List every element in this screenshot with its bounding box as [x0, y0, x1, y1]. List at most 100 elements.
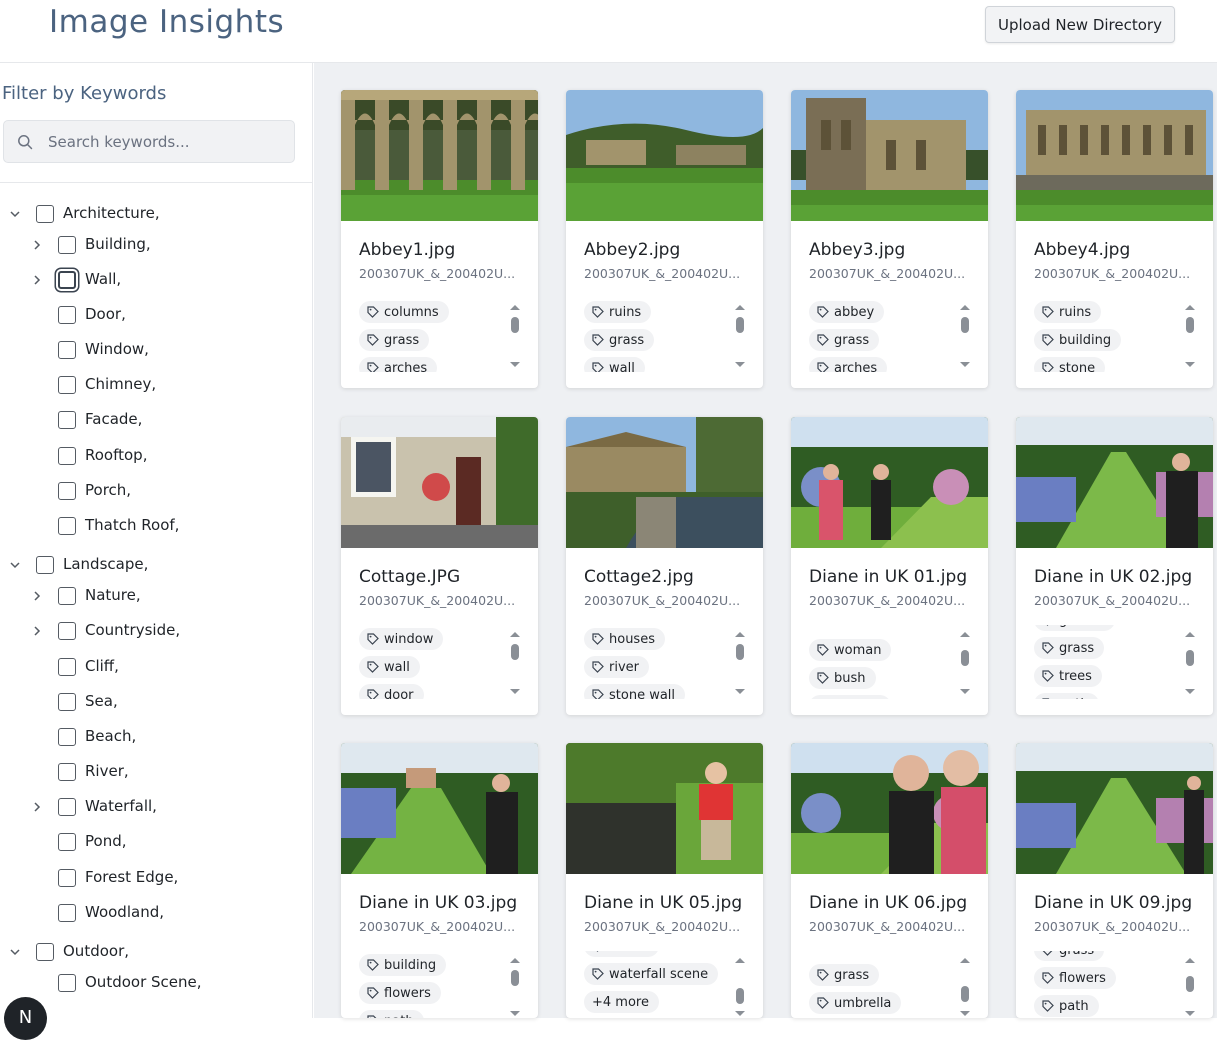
keyword-tag[interactable]: flowers	[809, 695, 891, 699]
keyword-tag[interactable]: flowers	[1034, 967, 1116, 989]
scroll-thumb[interactable]	[736, 988, 744, 1004]
keyword-checkbox[interactable]	[58, 658, 76, 676]
scroll-up-arrow[interactable]	[1185, 632, 1195, 637]
tag-scrollbar[interactable]	[1185, 632, 1195, 694]
keyword-tag[interactable]: garden	[1034, 625, 1115, 631]
keyword-checkbox[interactable]	[36, 205, 54, 223]
scroll-up-arrow[interactable]	[510, 632, 520, 637]
keyword-checkbox[interactable]	[58, 622, 76, 640]
image-thumbnail[interactable]	[341, 417, 538, 548]
keyword-tag[interactable]: grass	[809, 329, 879, 351]
keyword-checkbox[interactable]	[58, 693, 76, 711]
image-thumbnail[interactable]	[566, 417, 763, 548]
scroll-thumb[interactable]	[736, 317, 744, 333]
chevron-down-icon[interactable]	[8, 207, 22, 221]
keyword-tag[interactable]: path	[1034, 693, 1099, 699]
keyword-tag[interactable]: arches	[809, 357, 887, 372]
image-thumbnail[interactable]	[566, 743, 763, 874]
image-card[interactable]: Abbey3.jpg200307UK_&_200402U...abbeygras…	[791, 90, 988, 388]
image-card[interactable]: Diane in UK 01.jpg200307UK_&_200402U...w…	[791, 417, 988, 715]
keyword-checkbox[interactable]	[36, 556, 54, 574]
tag-scrollbar[interactable]	[735, 958, 745, 1016]
tag-scrollbar[interactable]	[1185, 958, 1195, 1016]
image-card[interactable]: Cottage2.jpg200307UK_&_200402U...housesr…	[566, 417, 763, 715]
image-card[interactable]: Cottage.JPG200307UK_&_200402U...windowwa…	[341, 417, 538, 715]
keyword-checkbox[interactable]	[58, 798, 76, 816]
keyword-checkbox[interactable]	[58, 974, 76, 992]
keyword-tag[interactable]: stone	[1034, 357, 1105, 372]
keyword-tag[interactable]: door	[359, 684, 424, 699]
keyword-checkbox[interactable]	[58, 271, 76, 289]
keyword-tag[interactable]: grass	[1034, 951, 1104, 961]
scroll-down-arrow[interactable]	[1185, 362, 1195, 367]
keyword-tag[interactable]: building	[1034, 329, 1121, 351]
image-card[interactable]: Abbey4.jpg200307UK_&_200402U...ruinsbuil…	[1016, 90, 1213, 388]
upload-directory-button[interactable]: Upload New Directory	[985, 6, 1175, 43]
keyword-checkbox[interactable]	[58, 763, 76, 781]
more-tags-badge[interactable]: +4 more	[584, 991, 659, 1013]
image-thumbnail[interactable]	[1016, 90, 1213, 221]
image-thumbnail[interactable]	[791, 90, 988, 221]
tag-scrollbar[interactable]	[960, 305, 970, 367]
scroll-down-arrow[interactable]	[735, 362, 745, 367]
keyword-tag[interactable]: stone wall	[584, 684, 685, 699]
scroll-down-arrow[interactable]	[960, 362, 970, 367]
keyword-tag[interactable]: path	[359, 1010, 424, 1018]
image-card[interactable]: Diane in UK 02.jpg200307UK_&_200402U...g…	[1016, 417, 1213, 715]
chevron-down-icon[interactable]	[8, 558, 22, 572]
image-card[interactable]: Abbey2.jpg200307UK_&_200402U...ruinsgras…	[566, 90, 763, 388]
keyword-checkbox[interactable]	[58, 447, 76, 465]
keyword-tag[interactable]: ruins	[1034, 301, 1101, 323]
image-card[interactable]: Diane in UK 05.jpg200307UK_&_200402U...s…	[566, 743, 763, 1018]
keyword-tag[interactable]: grass	[1034, 637, 1104, 659]
keyword-checkbox[interactable]	[58, 411, 76, 429]
tag-scrollbar[interactable]	[960, 632, 970, 694]
image-thumbnail[interactable]	[791, 417, 988, 548]
keyword-checkbox[interactable]	[36, 943, 54, 961]
keyword-checkbox[interactable]	[58, 869, 76, 887]
keyword-tag[interactable]: woman	[809, 639, 891, 661]
scroll-thumb[interactable]	[1186, 317, 1194, 333]
scroll-up-arrow[interactable]	[960, 958, 970, 963]
scroll-down-arrow[interactable]	[510, 1011, 520, 1016]
scroll-up-arrow[interactable]	[510, 958, 520, 963]
tag-scrollbar[interactable]	[510, 958, 520, 1016]
image-card[interactable]: Diane in UK 06.jpg200307UK_&_200402U...g…	[791, 743, 988, 1018]
keyword-checkbox[interactable]	[58, 236, 76, 254]
scroll-up-arrow[interactable]	[735, 958, 745, 963]
keyword-checkbox[interactable]	[58, 306, 76, 324]
keyword-tag[interactable]: flowers	[359, 982, 441, 1004]
image-card[interactable]: Diane in UK 09.jpg200307UK_&_200402U...g…	[1016, 743, 1213, 1018]
keyword-checkbox[interactable]	[58, 517, 76, 535]
search-keywords-input[interactable]	[48, 130, 278, 154]
image-card[interactable]: Abbey1.jpg200307UK_&_200402U...columnsgr…	[341, 90, 538, 388]
tag-scrollbar[interactable]	[1185, 305, 1195, 367]
keyword-tag[interactable]: grass	[809, 964, 879, 986]
keyword-tag[interactable]: houses	[584, 628, 665, 650]
scroll-up-arrow[interactable]	[1185, 958, 1195, 963]
tag-scrollbar[interactable]	[510, 632, 520, 694]
keyword-checkbox[interactable]	[58, 833, 76, 851]
tag-scrollbar[interactable]	[510, 305, 520, 367]
chevron-right-icon[interactable]	[30, 273, 44, 287]
scroll-thumb[interactable]	[736, 644, 744, 660]
keyword-tag[interactable]: river	[584, 656, 649, 678]
scroll-down-arrow[interactable]	[510, 689, 520, 694]
image-thumbnail[interactable]	[1016, 743, 1213, 874]
chevron-right-icon[interactable]	[30, 624, 44, 638]
keyword-checkbox[interactable]	[58, 376, 76, 394]
keyword-tag[interactable]: wall	[359, 656, 420, 678]
keyword-tag[interactable]: grass	[584, 329, 654, 351]
keyword-tag[interactable]: abbey	[809, 301, 884, 323]
scroll-up-arrow[interactable]	[1185, 305, 1195, 310]
keyword-tag[interactable]: wall	[584, 357, 645, 372]
keyword-tag[interactable]: path	[1034, 995, 1099, 1017]
scroll-thumb[interactable]	[511, 317, 519, 333]
keyword-checkbox[interactable]	[58, 482, 76, 500]
keyword-tag[interactable]: columns	[359, 301, 449, 323]
keyword-tag[interactable]: shorts	[584, 951, 659, 957]
scroll-up-arrow[interactable]	[960, 305, 970, 310]
tag-scrollbar[interactable]	[735, 632, 745, 694]
keyword-checkbox[interactable]	[58, 904, 76, 922]
image-thumbnail[interactable]	[341, 90, 538, 221]
